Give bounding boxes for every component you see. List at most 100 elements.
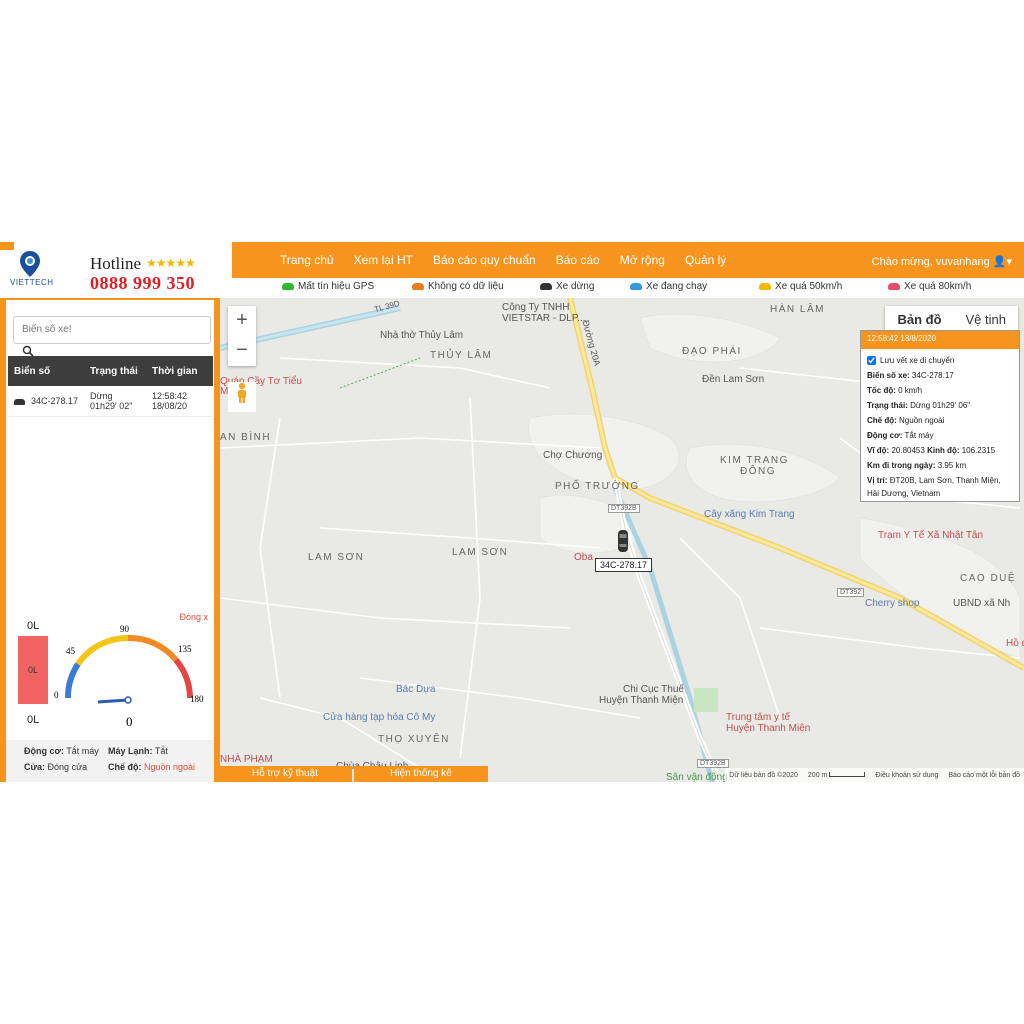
- nav-standard-report[interactable]: Báo cáo quy chuẩn: [433, 253, 536, 267]
- map-view[interactable]: TL 39D HÀN LÂM Công Ty TNHH VIETSTAR - D…: [220, 298, 1024, 782]
- close-gauge-button[interactable]: Đóng x: [179, 612, 208, 622]
- bottom-tabs: Hỗ trợ kỹ thuật Hiện thống kê: [218, 766, 490, 782]
- nav-playback[interactable]: Xem lại HT: [354, 253, 413, 267]
- car-blue-icon: [630, 283, 642, 290]
- ac-line: Máy Lạnh: Tắt: [108, 746, 168, 756]
- report-error-link[interactable]: Báo cáo một lỗi bản đồ: [948, 772, 1020, 779]
- speed-readout: 0: [126, 714, 133, 729]
- info-coords: Vĩ độ: 20.80453 Kinh độ: 106.2315: [861, 443, 1019, 458]
- track-toggle[interactable]: Lưu vết xe di chuyển: [861, 353, 1019, 368]
- time-text: 12:58:42: [152, 391, 188, 401]
- plate-text: 34C-278.17: [31, 396, 79, 406]
- map-copyright: Dữ liệu bản đồ ©2020: [729, 771, 798, 779]
- fuel-value: 0L: [27, 665, 38, 675]
- legend-no-data: Không có dữ liệu: [412, 281, 504, 292]
- location-pin-icon: [20, 251, 40, 277]
- brand-header: VIETTECH Hotline ★★★★★ 0888 999 350: [0, 242, 232, 298]
- nav-home[interactable]: Trang chủ: [280, 253, 334, 267]
- info-position: Vị trí: ĐT20B, Lam Sơn, Thanh Miện, Hải …: [861, 473, 1019, 501]
- legend-label: Xe đang chạy: [646, 281, 708, 292]
- car-pink-icon: [888, 283, 900, 290]
- legend-running: Xe đang chạy: [630, 281, 707, 292]
- user-menu[interactable]: Chào mừng, vuvanhang 👤▾: [872, 255, 1012, 268]
- tick-45: 45: [66, 646, 76, 656]
- status-text: Dừng: [90, 391, 113, 401]
- nav-report[interactable]: Báo cáo: [556, 253, 600, 267]
- area-label-kimtrang: KIM TRANG: [720, 455, 789, 466]
- tick-90: 90: [120, 624, 130, 634]
- mode-line: Chế độ: Nguồn ngoài: [108, 762, 195, 772]
- tick-180: 180: [190, 694, 204, 704]
- car-yellow-icon: [759, 283, 771, 290]
- info-engine-value: Tắt máy: [904, 431, 934, 440]
- vehicle-car-icon[interactable]: [617, 529, 629, 553]
- legend-over-50: Xe quá 50km/h: [759, 281, 842, 292]
- info-pos-label: Vị trí:: [867, 476, 888, 485]
- logo-text: VIETTECH: [10, 278, 54, 287]
- poi-label-ho: Hồ c: [1006, 638, 1024, 649]
- nav-extend[interactable]: Mở rộng: [620, 253, 665, 267]
- app-window: VIETTECH Hotline ★★★★★ 0888 999 350 Tran…: [0, 242, 1024, 782]
- car-green-icon: [282, 283, 294, 290]
- poi-label-chochuong: Chợ Chương: [543, 450, 603, 461]
- street-view-pegman-icon[interactable]: [228, 382, 256, 412]
- col-status[interactable]: Trạng thái: [90, 366, 152, 377]
- legend-label: Xe dừng: [556, 281, 595, 292]
- corner-ribbon: [0, 242, 14, 250]
- info-engine-label: Động cơ:: [867, 431, 903, 440]
- info-mode: Chế độ: Nguồn ngoài: [861, 413, 1019, 428]
- info-km-value: 3.95 km: [937, 461, 967, 470]
- zoom-out-button[interactable]: −: [228, 336, 256, 366]
- track-label: Lưu vết xe di chuyển: [880, 356, 955, 365]
- poi-label-tramyte: Trạm Y Tế Xã Nhật Tân: [878, 530, 984, 541]
- col-plate[interactable]: Biển số: [8, 366, 90, 377]
- table-row[interactable]: 34C-278.17 Dừng 01h29' 02" 12:58:42 18/08/…: [8, 386, 213, 417]
- vehicle-status-lines: Động cơ: Tắt máy Máy Lạnh: Tắt Cửa: Đóng…: [6, 740, 214, 782]
- vehicle-info-window: 12:58:42 18/8/2020 Lưu vết xe di chuyển …: [860, 330, 1020, 502]
- info-lng-label: Kinh độ:: [927, 446, 960, 455]
- terms-link[interactable]: Điều khoản sử dụng: [875, 772, 938, 779]
- area-label-thoxuyen: THỌ XUYÊN: [378, 734, 450, 745]
- info-speed: Tốc độ: 0 km/h: [861, 383, 1019, 398]
- gauge-needle: [97, 698, 129, 704]
- info-mode-label: Chế độ:: [867, 416, 897, 425]
- info-speed-label: Tốc độ:: [867, 386, 896, 395]
- zoom-control: + −: [228, 306, 256, 366]
- speedometer: 0 45 90 135 180 0: [54, 624, 204, 729]
- poi-label-trungtam2: Huyện Thanh Miện: [726, 723, 811, 734]
- legend-label: Không có dữ liệu: [428, 281, 504, 292]
- road-shield-dt392: DT392: [837, 588, 865, 597]
- poi-label-denlamson: Đền Lam Sơn: [702, 374, 765, 385]
- zoom-in-button[interactable]: +: [228, 306, 256, 336]
- nav-manage[interactable]: Quản lý: [685, 253, 726, 267]
- poi-label-chicuc2: Huyện Thanh Miện: [599, 695, 684, 706]
- road-shield-dt392b: DT392B: [608, 504, 640, 513]
- poi-label-nhatho: Nhà thờ Thủy Lâm: [380, 330, 464, 341]
- info-plate-value: 34C-278.17: [911, 371, 954, 380]
- info-pos-value: ĐT20B, Lam Sơn, Thanh Miện, Hải Dương, V…: [867, 476, 1001, 498]
- door-label: Cửa:: [24, 762, 46, 772]
- statistics-tab[interactable]: Hiện thống kê: [354, 766, 488, 782]
- engine-label: Động cơ:: [24, 746, 64, 756]
- table-header: Biển số Trạng thái Thời gian: [8, 356, 213, 386]
- legend-stopped: Xe dừng: [540, 281, 594, 292]
- poi-label-vietstar: VIETSTAR - DLP...: [502, 313, 586, 324]
- col-time[interactable]: Thời gian: [152, 366, 213, 377]
- poi-label-ubnd: UBND xã Nh: [953, 598, 1011, 609]
- track-checkbox[interactable]: [867, 356, 876, 366]
- info-lng-value: 106.2315: [961, 446, 996, 455]
- mode-label: Chế độ:: [108, 762, 142, 772]
- hotline-number[interactable]: 0888 999 350: [90, 273, 195, 294]
- vehicle-plate-label[interactable]: 34C-278.17: [595, 558, 653, 572]
- company-logo[interactable]: VIETTECH: [10, 250, 54, 294]
- area-label-daophai: ĐẠO PHÁI: [682, 346, 742, 357]
- support-tab[interactable]: Hỗ trợ kỹ thuật: [218, 766, 352, 782]
- welcome-text: Chào mừng, vuvanhang: [871, 256, 990, 268]
- hotline-label: Hotline: [90, 254, 141, 273]
- rating-stars: ★★★★★: [146, 256, 196, 270]
- poi-label-nhapham: NHÀ PHẠM: [220, 754, 273, 765]
- fuel-level-bar: 0L: [18, 636, 48, 704]
- plate-search-input[interactable]: [14, 317, 210, 341]
- area-label-photruong: PHỐ TRƯỜNG: [555, 481, 640, 492]
- map-scale: 200 m: [808, 772, 866, 779]
